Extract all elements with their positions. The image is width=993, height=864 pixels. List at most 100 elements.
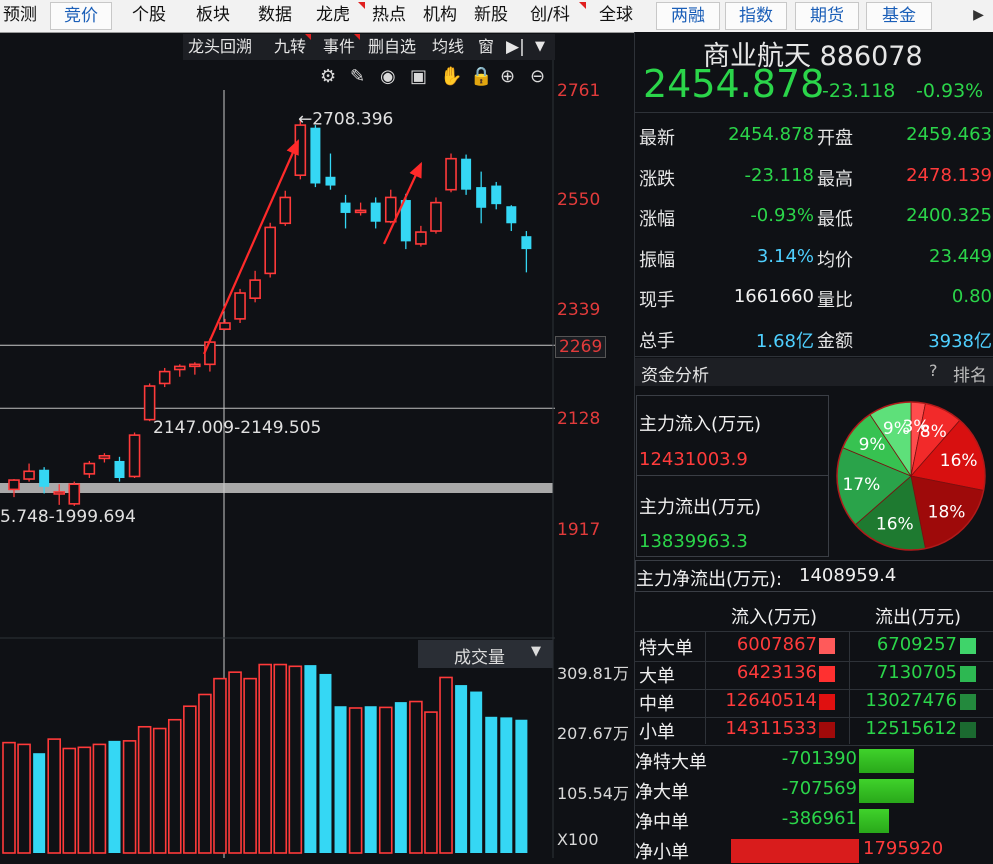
toolbar-item-0[interactable]: 龙头回溯 xyxy=(188,34,252,60)
outflow-color-swatch xyxy=(960,722,976,738)
net-flow-label: 净中单 xyxy=(635,812,689,833)
nav-tab-2[interactable]: 个股 xyxy=(123,2,175,28)
order-type-label: 中单 xyxy=(639,694,675,715)
candle-body xyxy=(461,158,472,190)
pin-right-icon[interactable]: ▶| xyxy=(506,34,525,60)
order-outflow-value: 12515612 xyxy=(865,718,957,739)
nav-tab-8[interactable]: 新股 xyxy=(466,2,516,28)
candle-body xyxy=(310,127,321,184)
toolbar-item-1[interactable]: 九转 xyxy=(274,34,312,60)
nav-tab-9[interactable]: 创/科 xyxy=(520,2,586,28)
brush-icon[interactable]: ✎ xyxy=(350,66,365,87)
volume-bar xyxy=(183,705,197,854)
zoom-in-icon[interactable]: ⊕ xyxy=(500,66,515,87)
trend-arrow-1 xyxy=(202,139,300,355)
price-change: -23.118 xyxy=(822,80,896,102)
net-flow-value: -707569 xyxy=(781,778,857,799)
volume-indicator-selector[interactable]: 成交量 ▼ xyxy=(418,640,553,668)
nav-tab-14[interactable]: 基金 xyxy=(866,2,932,30)
candle-body xyxy=(354,209,367,214)
price-tick: 2128 xyxy=(557,409,601,429)
candle-body xyxy=(189,363,201,368)
quote-label: 涨幅 xyxy=(639,209,675,230)
quote-label: 现手 xyxy=(639,290,675,311)
candle-body xyxy=(279,196,292,225)
candle-body xyxy=(98,454,111,460)
main-inflow-value: 12431003.9 xyxy=(639,449,748,470)
price-tick: 1917 xyxy=(557,520,601,540)
inflow-color-swatch xyxy=(819,666,835,682)
toolbar-item-2[interactable]: 事件 xyxy=(323,34,361,60)
quote-panel: 商业航天 886078 2454.878 -23.118 -0.93% 最新 24… xyxy=(634,32,993,863)
price-tick: 2269 xyxy=(555,336,607,358)
rank-button[interactable]: 排名 xyxy=(953,361,987,386)
volume-bar xyxy=(243,677,257,854)
candle-body xyxy=(264,226,276,275)
current-price: 2454.878 xyxy=(643,62,825,106)
nav-tab-10[interactable]: 全球 xyxy=(586,2,646,28)
candle-body xyxy=(53,491,66,495)
toolbar-item-3[interactable]: 删自选 xyxy=(368,34,416,60)
fund-analysis-header: 资金分析 ? 排名 xyxy=(635,358,993,386)
nav-tab-7[interactable]: 机构 xyxy=(416,2,464,28)
dropdown-arrow-icon[interactable]: ▼ xyxy=(535,34,545,60)
nav-tab-5[interactable]: 龙虎 xyxy=(307,2,365,28)
zoom-out-icon[interactable]: ⊖ xyxy=(530,66,545,87)
hand-icon[interactable]: ✋ xyxy=(440,65,462,87)
flow-header-out: 流出(万元) xyxy=(875,607,962,628)
nav-tab-12[interactable]: 指数 xyxy=(725,2,787,30)
order-inflow-value: 6007867 xyxy=(736,634,817,655)
dropdown-arrow-icon: ▼ xyxy=(531,644,541,659)
volume-bar xyxy=(470,691,483,853)
order-inflow-value: 12640514 xyxy=(725,690,817,711)
order-type-label: 小单 xyxy=(639,722,675,743)
candle-body xyxy=(370,202,381,222)
kline-chart[interactable]: ⚙ ✎ ◉ ▣ ✋ 🔒 ⊕ ⊖ ←2708.396 2147.009-2149.505 5.748-… xyxy=(0,60,555,858)
volume-bar xyxy=(33,753,46,853)
price-change-pct: -0.93% xyxy=(916,80,984,102)
candle-body xyxy=(219,322,231,330)
nav-tab-13[interactable]: 期货 xyxy=(795,2,859,30)
volume-tick: 309.81万 xyxy=(557,664,629,683)
gear-icon[interactable]: ⚙ xyxy=(320,66,336,87)
order-type-label: 大单 xyxy=(639,666,675,687)
nav-tab-11[interactable]: 两融 xyxy=(656,2,720,30)
volume-bar xyxy=(334,706,347,853)
quote-label: 量比 xyxy=(817,290,853,311)
main-outflow-label: 主力流出(万元) xyxy=(639,497,762,518)
inflow-color-swatch xyxy=(819,638,835,654)
toolbar-item-5[interactable]: 窗 xyxy=(478,34,494,60)
quote-value: -0.93% xyxy=(750,205,814,226)
quote-value: 2478.139 xyxy=(906,164,992,186)
volume-bar xyxy=(424,711,438,854)
volume-bar xyxy=(92,743,107,854)
volume-tick: 105.54万 xyxy=(557,784,629,803)
toolbar-item-4[interactable]: 均线 xyxy=(432,34,464,60)
candle-body xyxy=(158,370,171,385)
candle-body xyxy=(23,470,35,480)
volume-bar xyxy=(378,706,393,854)
quote-label: 金额 xyxy=(817,330,853,352)
nav-tab-6[interactable]: 热点 xyxy=(365,2,413,28)
candle-body xyxy=(384,196,397,223)
high-annotation: ←2708.396 xyxy=(298,109,393,129)
pie-label: 17% xyxy=(842,475,880,495)
net-flow-bar xyxy=(859,809,889,833)
nav-more-arrow-icon[interactable]: ▶ xyxy=(964,2,993,28)
pie-label: 18% xyxy=(928,503,966,523)
eye-icon[interactable]: ◉ xyxy=(380,66,396,87)
candle-body xyxy=(83,462,96,475)
nav-tab-1[interactable]: 竞价 xyxy=(50,2,112,30)
nav-tab-4[interactable]: 数据 xyxy=(249,2,301,28)
net-flow-value: 1795920 xyxy=(863,838,944,859)
nav-tab-3[interactable]: 板块 xyxy=(187,2,239,28)
quote-value: 0.80 xyxy=(951,286,992,307)
gift-icon[interactable]: ▣ xyxy=(410,66,427,87)
volume-bar xyxy=(348,707,363,854)
nav-tab-0[interactable]: 预测 xyxy=(0,2,40,28)
pie-label: 9% xyxy=(859,435,886,455)
quote-value: 1661660 xyxy=(733,286,814,307)
lock-icon[interactable]: 🔒 xyxy=(470,66,492,87)
help-icon[interactable]: ? xyxy=(929,361,938,380)
quote-value: -23.118 xyxy=(744,164,814,186)
